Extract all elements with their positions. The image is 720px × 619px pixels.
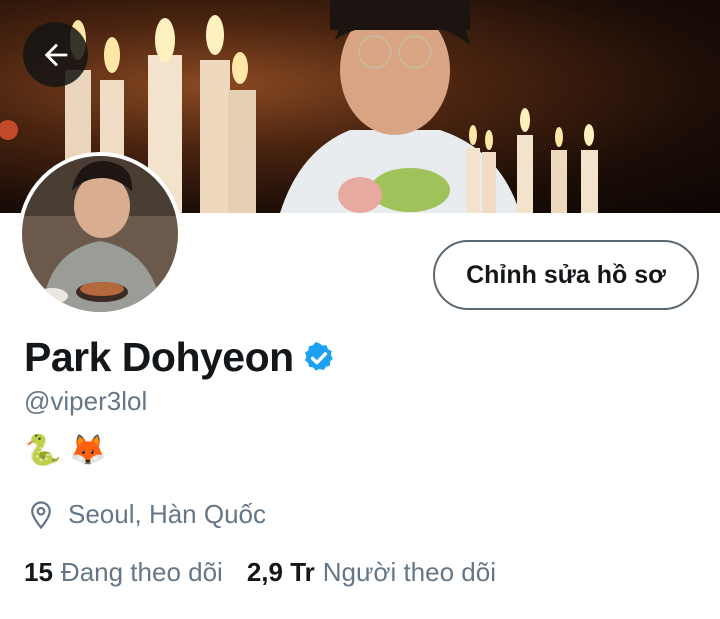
profile-location: Seoul, Hàn Quốc (26, 499, 266, 530)
following-count: 15 (24, 557, 53, 587)
profile-bio: 🐍 🦊 (24, 433, 107, 468)
edit-profile-button[interactable]: Chỉnh sửa hồ sơ (433, 240, 699, 310)
profile-name: Park Dohyeon (24, 334, 294, 380)
avatar[interactable] (18, 152, 182, 316)
followers-label: Người theo dõi (322, 557, 496, 587)
arrow-left-icon (44, 43, 67, 66)
back-button[interactable] (23, 22, 88, 87)
profile-handle: @viper3lol (24, 386, 148, 416)
location-pin-icon (31, 500, 51, 529)
following-label: Đang theo dõi (60, 557, 223, 587)
followers-link[interactable]: 2,9 Tr Người theo dõi (247, 557, 496, 588)
profile-name-row: Park Dohyeon (24, 334, 336, 381)
profile-stats: 15 Đang theo dõi 2,9 Tr Người theo dõi (24, 557, 496, 588)
following-link[interactable]: 15 Đang theo dõi (24, 557, 223, 588)
avatar-photo (22, 156, 178, 312)
fox-emoji: 🦊 (69, 434, 107, 467)
followers-count: 2,9 Tr (246, 557, 315, 587)
snake-emoji: 🐍 (24, 434, 62, 467)
verified-badge-icon (304, 341, 333, 371)
location-text: Seoul, Hàn Quốc (68, 499, 267, 529)
